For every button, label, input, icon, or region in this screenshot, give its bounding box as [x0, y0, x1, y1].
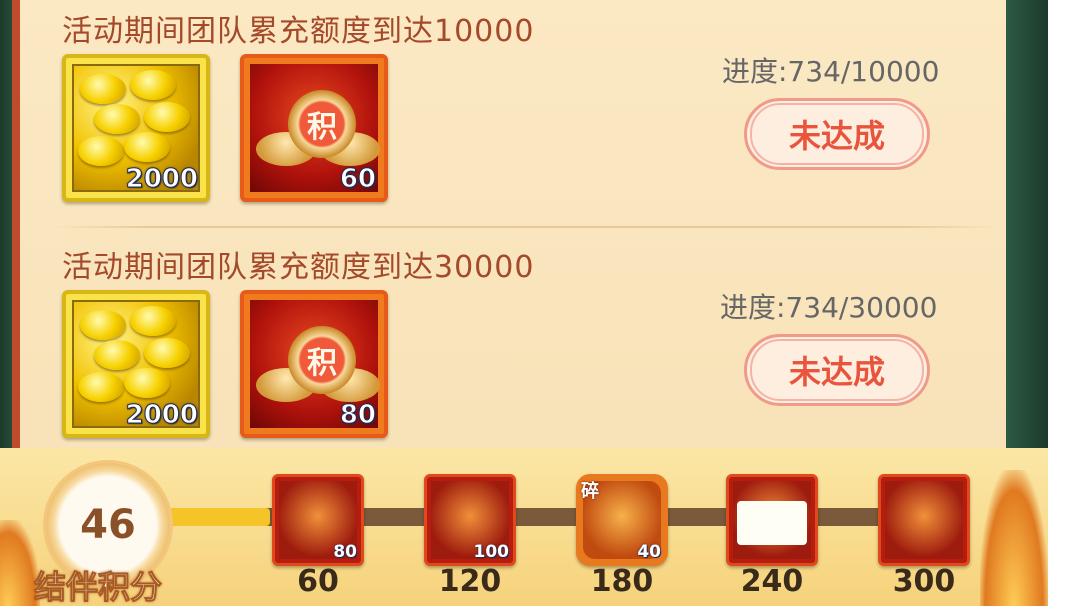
milestone-reward-60[interactable]: 80	[272, 474, 364, 566]
score-label: 结伴积分	[33, 568, 163, 607]
reward-quantity: 60	[339, 164, 376, 195]
task-title: 活动期间团队累充额度到达30000	[62, 250, 535, 285]
task-title: 活动期间团队累充额度到达10000	[62, 14, 535, 49]
flame-decoration	[980, 470, 1048, 606]
task-status-button[interactable]: 未达成	[744, 334, 930, 406]
milestone-reward-120[interactable]: 100	[424, 474, 516, 566]
score-progress-fill	[170, 508, 270, 526]
task-progress: 进度:734/30000	[720, 291, 938, 324]
milestone-threshold: 120	[438, 564, 502, 599]
blank-card	[737, 501, 807, 545]
badge-char: 积	[288, 90, 356, 158]
milestone-threshold: 180	[590, 564, 654, 599]
reward-quantity: 80	[339, 400, 376, 431]
milestone-threshold: 60	[297, 564, 339, 599]
milestone-quantity: 40	[637, 542, 661, 562]
task-progress: 进度:734/10000	[722, 55, 940, 88]
shard-tag: 碎	[581, 481, 599, 502]
milestone-reward-240[interactable]	[726, 474, 818, 566]
reward-gold-ingot[interactable]: 2000	[62, 290, 210, 438]
task-status-label: 未达成	[750, 339, 924, 401]
task-status-label: 未达成	[750, 103, 924, 165]
reward-quantity: 2000	[125, 164, 198, 195]
badge-char: 积	[288, 326, 356, 394]
task-status-button[interactable]: 未达成	[744, 98, 930, 170]
score-value: 46	[80, 502, 136, 548]
divider	[54, 226, 998, 228]
reward-quantity: 2000	[125, 400, 198, 431]
reward-gold-ingot[interactable]: 2000	[62, 54, 210, 202]
milestone-reward-180[interactable]: 碎 40	[576, 474, 668, 566]
reward-points-badge[interactable]: 积 80	[240, 290, 388, 438]
milestone-threshold: 240	[740, 564, 804, 599]
milestone-quantity: 100	[473, 542, 510, 562]
milestone-quantity: 80	[333, 542, 357, 562]
reward-points-badge[interactable]: 积 60	[240, 54, 388, 202]
milestone-reward-300[interactable]	[878, 474, 970, 566]
milestone-threshold: 300	[892, 564, 956, 599]
character-portrait-icon	[885, 481, 963, 559]
